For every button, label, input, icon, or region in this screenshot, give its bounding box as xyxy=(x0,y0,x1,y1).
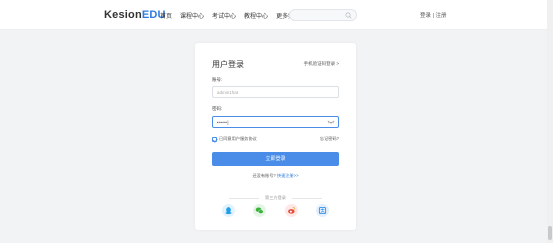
login-card: 用户登录 手机验证码登录 > 账号: admin1hat 密码: •••••| … xyxy=(195,43,356,230)
register-prompt: 还没有账号? 快速注册>> xyxy=(195,173,356,179)
mobile-login-link[interactable]: 手机验证码登录 > xyxy=(304,61,339,67)
nav-item-tutorials[interactable]: 教程中心 xyxy=(244,11,268,20)
social-login-row xyxy=(222,204,329,217)
qq-icon xyxy=(225,207,232,215)
remember-checkbox-row[interactable]: 已同意用户服务协议 xyxy=(212,136,257,142)
qq-login-button[interactable] xyxy=(222,204,235,217)
divider-line-right xyxy=(292,197,322,199)
agree-checkbox[interactable] xyxy=(212,136,217,142)
weibo-login-button[interactable] xyxy=(284,204,298,217)
forgot-password-link[interactable]: 忘记密码? xyxy=(320,136,339,142)
wechat-icon xyxy=(256,207,264,214)
register-link[interactable]: 快速注册>> xyxy=(277,173,299,178)
password-input[interactable]: •••••| xyxy=(212,116,339,128)
password-value: •••••| xyxy=(217,120,230,125)
register-text: 还没有账号? xyxy=(252,173,277,178)
page-scrollbar[interactable] xyxy=(547,0,553,243)
eye-icon[interactable] xyxy=(327,120,335,125)
account-value: admin1hat xyxy=(217,90,239,95)
agree-label: 已同意用户服务协议 xyxy=(219,136,257,141)
nav-item-courses[interactable]: 课程中心 xyxy=(180,11,204,20)
alipay-icon xyxy=(318,206,327,215)
login-button[interactable]: 立即登录 xyxy=(212,152,339,166)
third-party-divider: 第三方登录 xyxy=(229,195,322,200)
login-register-link[interactable]: 登录 | 注册 xyxy=(420,11,447,19)
account-label: 账号: xyxy=(212,77,223,82)
search-icon[interactable] xyxy=(345,12,352,19)
top-header: KesionEDU 首页 课程中心 考试中心 教程中心 更多频道 登录 | 注册 xyxy=(0,0,553,30)
nav-item-home[interactable]: 首页 xyxy=(160,11,172,20)
wechat-login-button[interactable] xyxy=(253,204,267,217)
account-input[interactable]: admin1hat xyxy=(212,86,339,98)
card-title: 用户登录 xyxy=(212,60,244,69)
logo-main: Kesion xyxy=(104,9,142,21)
password-label: 密码: xyxy=(212,106,223,111)
scrollbar-thumb[interactable] xyxy=(548,226,552,240)
site-logo[interactable]: KesionEDU xyxy=(104,9,166,21)
weibo-icon xyxy=(287,206,295,214)
search-input[interactable] xyxy=(289,9,357,21)
main-nav: 首页 课程中心 考试中心 教程中心 更多频道 xyxy=(160,11,300,20)
alipay-login-button[interactable] xyxy=(315,204,329,217)
nav-item-exams[interactable]: 考试中心 xyxy=(212,11,236,20)
